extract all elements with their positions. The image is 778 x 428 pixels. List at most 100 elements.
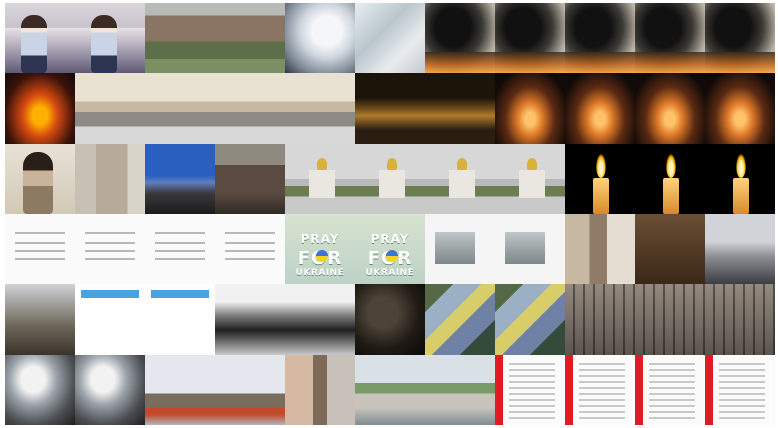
church-dome [527, 157, 537, 170]
text-line [155, 249, 205, 252]
text-line [155, 231, 205, 234]
mosaic-tile [145, 284, 215, 355]
list-row [719, 362, 765, 365]
mosaic-tile [565, 3, 635, 74]
list-row [649, 398, 695, 401]
mosaic-tile [145, 143, 215, 214]
mosaic-tile [705, 73, 775, 144]
text-line [225, 241, 275, 244]
mosaic-tile [215, 284, 285, 355]
fire-glow [425, 52, 495, 74]
list-row [719, 374, 765, 377]
mosaic-tile [215, 143, 285, 214]
mosaic-tile [635, 354, 705, 425]
text-line [225, 257, 275, 260]
text-line [15, 231, 65, 234]
ukraine-flag-icon [316, 249, 328, 262]
mosaic-tile [355, 354, 425, 425]
mosaic-tile [75, 284, 145, 355]
church-body [309, 169, 335, 198]
list-row [579, 404, 625, 407]
mosaic-tile [495, 3, 565, 74]
candle-wax [663, 177, 679, 214]
list-row [649, 374, 695, 377]
list-row [719, 368, 765, 371]
fire-glow [635, 52, 705, 74]
text-line [85, 257, 135, 260]
list-row [649, 368, 695, 371]
mosaic-tile [495, 143, 565, 214]
pray-line-3: UKRAINE [365, 267, 415, 278]
text-line [155, 257, 205, 260]
list-row [509, 386, 555, 389]
mosaic-tile [5, 3, 75, 74]
mosaic-tile [425, 354, 495, 425]
red-margin-bar [565, 354, 573, 425]
list-row [579, 392, 625, 395]
tweet-header-bar [81, 290, 139, 299]
candle-wax [733, 177, 749, 214]
list-row [649, 410, 695, 413]
list-row [579, 380, 625, 383]
text-line [85, 249, 135, 252]
mosaic-tile [495, 73, 565, 144]
list-row [509, 374, 555, 377]
list-row [649, 362, 695, 365]
list-row [649, 386, 695, 389]
text-line [15, 257, 65, 260]
mosaic-tile [75, 213, 145, 285]
pray-line-3: UKRAINE [295, 267, 345, 278]
list-row [579, 398, 625, 401]
mosaic-tile [285, 73, 355, 144]
mosaic-tile [705, 213, 775, 285]
mosaic-tile [425, 73, 495, 144]
candle-wax [593, 177, 609, 214]
text-line [225, 231, 275, 234]
red-margin-bar [635, 354, 643, 425]
mosaic-tile [145, 213, 215, 285]
list-row [509, 368, 555, 371]
fire-glow [705, 52, 775, 74]
list-row [579, 416, 625, 419]
mosaic-tile [635, 284, 705, 355]
mosaic-tile: PRAYFORUKRAINE [355, 213, 425, 285]
list-row [719, 392, 765, 395]
mosaic-tile [495, 354, 565, 425]
church-body [449, 169, 475, 198]
text-line [225, 249, 275, 252]
church-dome [317, 157, 327, 170]
mosaic-tile [355, 143, 425, 214]
list-row [579, 410, 625, 413]
mosaic-tile [5, 354, 75, 425]
text-line [155, 241, 205, 244]
list-row [579, 386, 625, 389]
mosaic-tile [215, 213, 285, 285]
mosaic-tile [495, 213, 565, 285]
mosaic-tile [75, 73, 145, 144]
mosaic-tile [495, 284, 565, 355]
text-line [15, 241, 65, 244]
person-figure [21, 15, 47, 73]
text-line [85, 241, 135, 244]
mosaic-tile [215, 354, 285, 425]
church-body [519, 169, 545, 198]
mosaic-tile [5, 213, 75, 285]
mosaic-tile [565, 354, 635, 425]
list-row [509, 410, 555, 413]
list-row [509, 380, 555, 383]
fire-glow [565, 52, 635, 74]
list-row [719, 386, 765, 389]
mosaic-tile [565, 73, 635, 144]
mosaic-tile [425, 3, 495, 74]
mosaic-tile [355, 73, 425, 144]
mosaic-tile [285, 3, 355, 74]
text-line [15, 249, 65, 252]
list-row [649, 416, 695, 419]
mosaic-tile [145, 73, 215, 144]
ukraine-flag-icon [386, 249, 398, 262]
mosaic-tile [705, 354, 775, 425]
tweet-header-bar [151, 290, 209, 299]
candle-flame [666, 153, 676, 178]
mosaic-tile [215, 3, 285, 74]
mosaic-tile [5, 143, 75, 214]
